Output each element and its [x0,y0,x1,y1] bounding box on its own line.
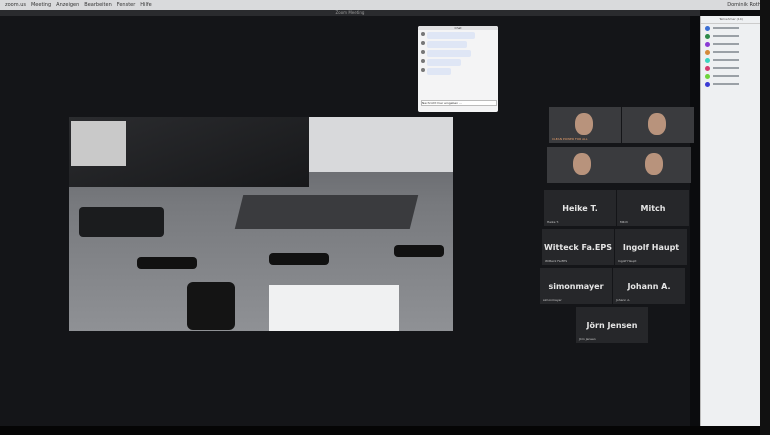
chat-message [421,59,495,66]
video-tile[interactable]: CLEAN POWER FOR ALL [549,107,621,143]
avatar-icon [705,25,710,31]
participant-name: simonmayer [548,281,604,291]
participant-tile[interactable]: Johann A. Johann A. [613,268,685,304]
monitor-bezel [0,426,770,435]
video-banner: CLEAN POWER FOR ALL [552,137,588,141]
participant-name: Mitch [640,203,666,213]
participants-header: Teilnehmer (14) [701,16,761,24]
participants-panel: Teilnehmer (14) [700,16,761,435]
avatar [421,32,425,36]
participant-row[interactable] [701,48,761,56]
menu-window[interactable]: Fenster [117,2,136,8]
chat-message [421,41,495,48]
participant-caption: Mitch [620,220,629,224]
menu-edit[interactable]: Bearbeiten [84,2,111,8]
avatar-icon [705,49,710,55]
participant-caption: Johann A. [616,298,631,302]
menu-bar: zoom.us Meeting Anzeigen Bearbeiten Fens… [0,0,770,10]
message-bubble [427,50,471,57]
menu-view[interactable]: Anzeigen [56,2,79,8]
chat-input[interactable]: Nachricht hier eingeben ... [421,100,497,106]
menu-meeting[interactable]: Meeting [31,2,51,8]
avatar [421,41,425,45]
participant-name: Johann A. [627,281,671,291]
participant-row[interactable] [701,64,761,72]
chat-title: Chat [418,26,498,30]
participant-tile[interactable]: simonmayer simonmayer [540,268,612,304]
participant-name-bar [713,35,739,37]
avatar-icon [705,41,710,47]
participant-name-bar [713,51,739,53]
shared-screen [69,117,453,331]
video-tile[interactable] [547,147,619,183]
participant-name: Witteck Fa.EPS [543,242,612,252]
avatar [421,50,425,54]
chat-window: Chat Nachricht hier eingeben ... [418,26,498,112]
participant-caption: Ingolf Haupt [618,259,637,263]
participant-name-bar [713,75,739,77]
monitor-edge [760,0,770,435]
participant-row[interactable] [701,80,761,88]
menu-help[interactable]: Hilfe [140,2,151,8]
connector [79,207,164,237]
participant-video [648,113,666,135]
participant-name-bar [713,83,739,85]
participant-video [645,153,663,175]
message-bubble [427,41,467,48]
participant-tile[interactable]: Jörn Jensen Jörn Jensen [576,307,648,343]
participant-row[interactable] [701,32,761,40]
device-label [71,121,126,166]
avatar [421,68,425,72]
participant-row[interactable] [701,56,761,64]
participant-caption: Jörn Jensen [579,337,596,341]
user-name: Dominik Rothe [727,2,764,8]
plug [187,282,235,330]
participant-name: Ingolf Haupt [622,242,680,252]
background-wall [299,117,453,172]
message-bubble [427,68,451,75]
participant-name: Heike T. [562,203,598,213]
chat-message [421,68,495,75]
message-bubble [427,59,461,66]
participant-name: Jörn Jensen [586,320,638,330]
participant-name-bar [713,67,739,69]
app-menu[interactable]: zoom.us [5,2,26,8]
participant-tile[interactable]: Ingolf Haupt Ingolf Haupt [615,229,687,265]
connector [394,245,444,257]
participant-row[interactable] [701,40,761,48]
participant-gallery: CLEAN POWER FOR ALL Heike T. Heike T. Mit… [540,107,694,347]
avatar-icon [705,81,710,87]
avatar-icon [705,73,710,79]
participant-video [575,113,593,135]
chat-message [421,50,495,57]
participant-name-bar [713,59,739,61]
participant-name-bar [713,43,739,45]
connector [269,253,329,265]
avatar [421,59,425,63]
connector [137,257,197,269]
inverter-device [69,117,309,187]
mounting-bracket [234,195,419,229]
participant-tile[interactable]: Heike T. Heike T. [544,190,616,226]
video-tile[interactable] [619,147,691,183]
participant-caption: Witteck Fa.EPS [545,259,568,263]
participant-tile[interactable]: Witteck Fa.EPS Witteck Fa.EPS [542,229,614,265]
participant-caption: Heike T. [547,220,559,224]
participant-list [701,24,761,88]
avatar-icon [705,65,710,71]
participant-tile[interactable]: Mitch Mitch [617,190,689,226]
participant-row[interactable] [701,72,761,80]
participant-row[interactable] [701,24,761,32]
participant-video [573,153,591,175]
avatar-icon [705,57,710,63]
video-tile[interactable] [622,107,694,143]
participant-caption: simonmayer [543,298,562,302]
participant-name-bar [713,27,739,29]
message-bubble [427,32,475,39]
chat-message [421,32,495,39]
avatar-icon [705,33,710,39]
white-box [269,285,399,331]
